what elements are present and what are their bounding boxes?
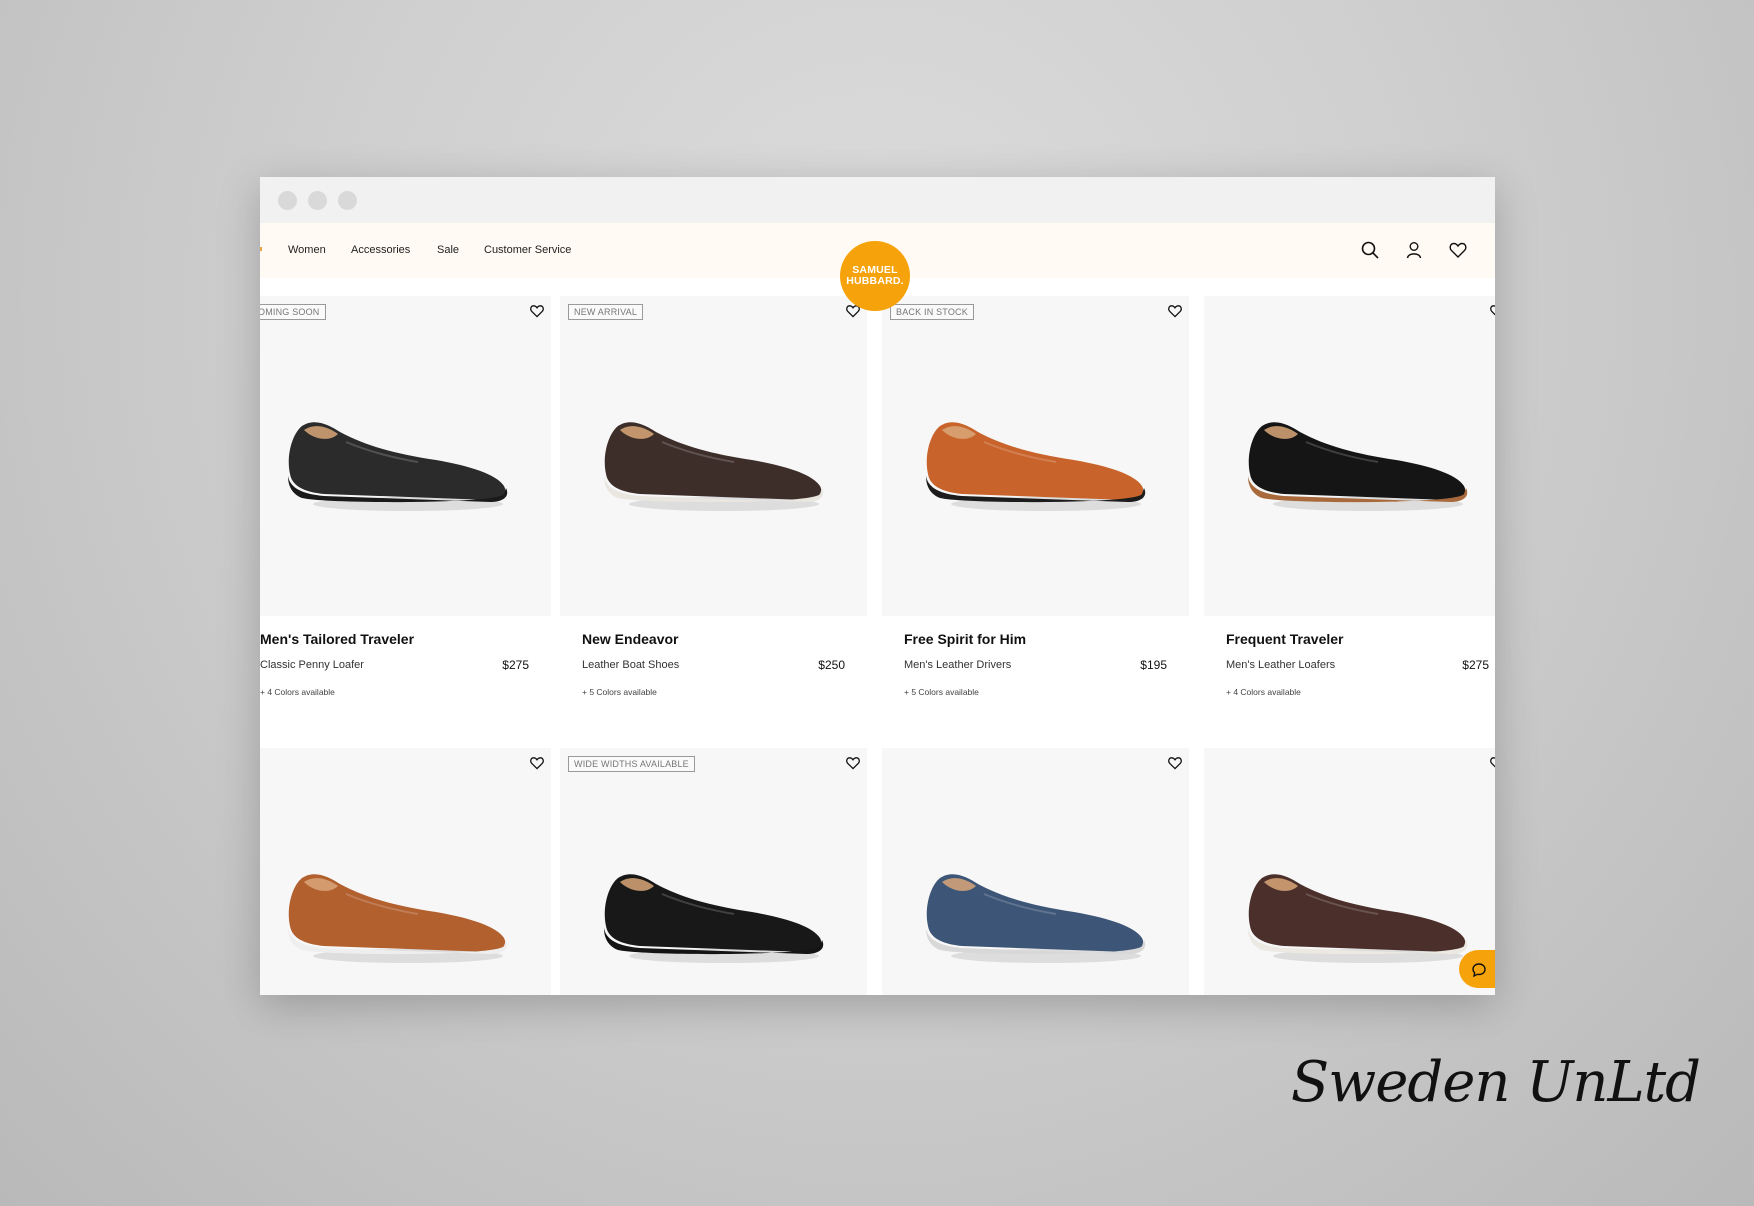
- search-icon[interactable]: [1360, 240, 1380, 260]
- brand-logo[interactable]: SAMUEL HUBBARD.: [840, 241, 910, 311]
- heart-icon[interactable]: [1489, 755, 1495, 771]
- product-image[interactable]: [260, 748, 551, 995]
- product-colors-available[interactable]: + 5 Colors available: [582, 687, 657, 697]
- product-name[interactable]: Frequent Traveler: [1226, 631, 1344, 647]
- product-price: $275: [1462, 658, 1489, 672]
- product-name[interactable]: Free Spirit for Him: [904, 631, 1026, 647]
- heart-icon[interactable]: [1167, 303, 1183, 319]
- slip-on-shoe-image: [288, 874, 508, 963]
- product-name[interactable]: New Endeavor: [582, 631, 678, 647]
- product-subtitle: Men's Leather Loafers: [1226, 659, 1336, 671]
- product-badge: WIDE WIDTHS AVAILABLE: [568, 756, 695, 772]
- chat-bubble-icon: [1472, 963, 1486, 978]
- product-price: $275: [502, 658, 529, 672]
- driver-shoe-image: [604, 874, 824, 963]
- product-name[interactable]: Men's Tailored Traveler: [260, 631, 414, 647]
- window-close-dot[interactable]: [278, 191, 297, 210]
- product-badge: BACK IN STOCK: [890, 304, 974, 320]
- product-price: $195: [1140, 658, 1167, 672]
- loafer-shoe-image: [1248, 874, 1468, 963]
- product-badge: NEW ARRIVAL: [568, 304, 644, 320]
- product-colors-available[interactable]: + 4 Colors available: [260, 687, 335, 697]
- chat-button[interactable]: [1459, 950, 1495, 988]
- product-subtitle: Men's Leather Drivers: [904, 659, 1012, 671]
- loafer-shoe-image: [288, 422, 508, 511]
- window-maximize-dot[interactable]: [338, 191, 357, 210]
- product-image[interactable]: [1204, 748, 1495, 995]
- boat-shoe-image: [604, 422, 824, 511]
- product-image[interactable]: [1204, 296, 1495, 616]
- wishlist-heart-icon[interactable]: [1448, 240, 1468, 260]
- product-image[interactable]: BACK IN STOCK: [882, 296, 1189, 616]
- window-minimize-dot[interactable]: [308, 191, 327, 210]
- product-price: $250: [818, 658, 845, 672]
- product-badge: OMING SOON: [260, 304, 326, 320]
- product-colors-available[interactable]: + 5 Colors available: [904, 687, 979, 697]
- product-image[interactable]: [882, 748, 1189, 995]
- browser-window: Women Accessories Sale Customer Service …: [260, 177, 1495, 995]
- product-subtitle: Leather Boat Shoes: [582, 659, 680, 671]
- watermark-signature: Sweden UnLtd: [1290, 1050, 1701, 1115]
- product-subtitle: Classic Penny Loafer: [260, 659, 364, 671]
- nav-customer-service[interactable]: Customer Service: [484, 244, 571, 256]
- heart-icon[interactable]: [529, 755, 545, 771]
- user-icon[interactable]: [1404, 240, 1424, 260]
- heart-icon[interactable]: [845, 755, 861, 771]
- heart-icon[interactable]: [529, 303, 545, 319]
- nav-accessories[interactable]: Accessories: [351, 244, 410, 256]
- nav-sale[interactable]: Sale: [437, 244, 459, 256]
- heart-icon[interactable]: [1167, 755, 1183, 771]
- cut-off-nav-item: [260, 247, 262, 251]
- driver-shoe-image: [926, 422, 1146, 511]
- loafer-shoe-image: [1248, 422, 1468, 511]
- boat-shoe-image: [926, 874, 1146, 963]
- heart-icon[interactable]: [1489, 303, 1495, 319]
- nav-women[interactable]: Women: [288, 244, 326, 256]
- browser-titlebar: [260, 177, 1495, 223]
- logo-line-2: HUBBARD.: [846, 275, 904, 287]
- product-colors-available[interactable]: + 4 Colors available: [1226, 687, 1301, 697]
- product-image[interactable]: NEW ARRIVAL: [560, 296, 867, 616]
- product-image[interactable]: WIDE WIDTHS AVAILABLE: [560, 748, 867, 995]
- product-image[interactable]: OMING SOON: [260, 296, 551, 616]
